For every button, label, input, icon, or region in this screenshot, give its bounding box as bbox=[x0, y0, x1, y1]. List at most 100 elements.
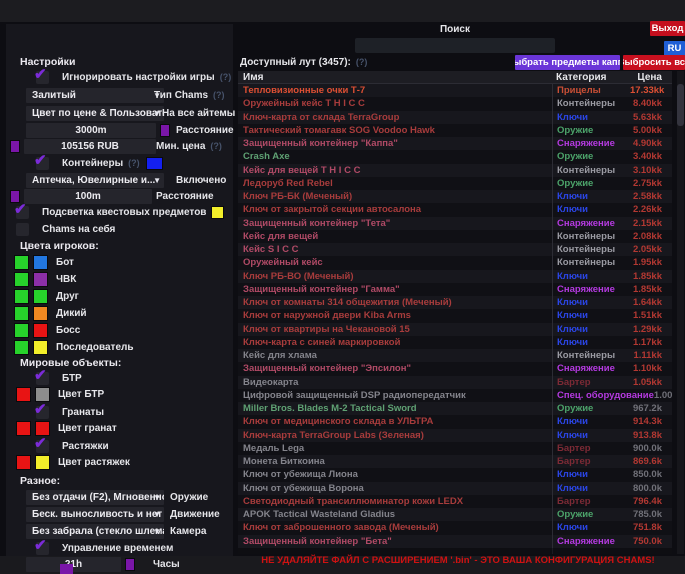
column-header-name[interactable]: Имя bbox=[238, 72, 552, 83]
table-row[interactable]: Ключ от наружной двери Kiba Arms Ключи 1… bbox=[238, 309, 672, 322]
table-row[interactable]: Ключ от закрытой секции автосалона Ключи… bbox=[238, 203, 672, 216]
weapon-dropdown[interactable]: Без отдачи (F2), Мгновенное п▼ bbox=[26, 490, 164, 505]
help-icon[interactable]: (?) bbox=[128, 158, 140, 168]
table-row[interactable]: Защищенный контейнер "Эпсилон" Снаряжени… bbox=[238, 362, 672, 375]
table-row[interactable]: Защищенный контейнер "Бета" Снаряжение 7… bbox=[238, 535, 672, 548]
table-row[interactable]: Видеокарта Бартер 1.05kk bbox=[238, 376, 672, 389]
table-row[interactable]: Светодиодный трансиллюминатор кожи LEDX … bbox=[238, 495, 672, 508]
player-color-swatch-1[interactable] bbox=[14, 289, 29, 304]
containers-color-swatch[interactable] bbox=[146, 157, 163, 170]
player-color-swatch-1[interactable] bbox=[14, 323, 29, 338]
select-kappa-items-button[interactable]: Выбрать предметы каппа bbox=[515, 55, 620, 70]
table-row[interactable]: Медаль Lega Бартер 900.0k bbox=[238, 442, 672, 455]
player-color-swatch-2[interactable] bbox=[33, 272, 48, 287]
table-row[interactable]: Кейс S I C C Контейнеры 2.05kk bbox=[238, 243, 672, 256]
player-color-swatch-2[interactable] bbox=[33, 323, 48, 338]
language-button[interactable]: RU bbox=[664, 41, 685, 56]
table-row[interactable]: Ключ от убежища Лиона Ключи 850.0k bbox=[238, 468, 672, 481]
containers-row[interactable]: Контейнеры (?) bbox=[36, 155, 163, 171]
tripwires-checkbox[interactable] bbox=[36, 440, 49, 453]
table-row[interactable]: Кейс для хлама Контейнеры 1.11kk bbox=[238, 349, 672, 362]
table-row[interactable]: Ключ-карта TerraGroup Labs (Зеленая) Клю… bbox=[238, 429, 672, 442]
help-icon[interactable]: (?) bbox=[210, 141, 222, 151]
player-color-swatch-1[interactable] bbox=[14, 340, 29, 355]
container-filter-dropdown[interactable]: Аптечка, Ювелирные и...▼ bbox=[26, 173, 164, 188]
table-row[interactable]: Crash Axe Оружие 3.40kk bbox=[238, 150, 672, 163]
tripwire-color-swatch-2[interactable] bbox=[35, 455, 50, 470]
table-row[interactable]: APOK Tactical Wasteland Gladius Оружие 7… bbox=[238, 508, 672, 521]
ignore-game-settings-row[interactable]: Игнорировать настройки игры (?) bbox=[36, 69, 231, 85]
table-row[interactable]: Кейс для вещей Контейнеры 2.08kk bbox=[238, 230, 672, 243]
time-control-row[interactable]: Управление временем bbox=[36, 540, 173, 556]
table-row[interactable]: Ключ от квартиры на Чекановой 15 Ключи 1… bbox=[238, 323, 672, 336]
help-icon[interactable]: (?) bbox=[213, 90, 225, 100]
table-row[interactable]: Защищенный контейнер "Тета" Снаряжение 2… bbox=[238, 217, 672, 230]
column-header-category[interactable]: Категория bbox=[552, 72, 630, 83]
scrollbar-thumb[interactable] bbox=[677, 84, 684, 126]
search-input[interactable] bbox=[355, 38, 555, 53]
table-row[interactable]: Ледоруб Red Rebel Оружие 2.75kk bbox=[238, 177, 672, 190]
chams-type-dropdown[interactable]: Залитый▼ bbox=[26, 88, 164, 103]
table-row[interactable]: Ключ от медицинского склада в УЛЬТРА Клю… bbox=[238, 415, 672, 428]
table-row[interactable]: Монета Биткоина Бартер 869.6k bbox=[238, 455, 672, 468]
player-color-swatch-1[interactable] bbox=[14, 272, 29, 287]
player-color-swatch-2[interactable] bbox=[33, 255, 48, 270]
exit-button[interactable]: Выход bbox=[650, 21, 685, 36]
camera-dropdown[interactable]: Без забрала (стекло шлема)▼ bbox=[26, 524, 164, 539]
player-color-swatch-2[interactable] bbox=[33, 306, 48, 321]
player-color-swatch-1[interactable] bbox=[14, 255, 29, 270]
help-icon[interactable]: (?) bbox=[356, 57, 368, 67]
tripwire-color-swatch-1[interactable] bbox=[16, 455, 31, 470]
ignore-game-settings-checkbox[interactable] bbox=[36, 71, 49, 84]
table-row[interactable]: Оружейный кейс T H I C C Контейнеры 8.40… bbox=[238, 97, 672, 110]
btr-color-swatch-1[interactable] bbox=[16, 387, 31, 402]
table-row[interactable]: Защищенный контейнер "Каппа" Снаряжение … bbox=[238, 137, 672, 150]
table-row[interactable]: Тактический томагавк SOG Voodoo Hawk Ору… bbox=[238, 124, 672, 137]
table-row[interactable]: Оружейный кейс Контейнеры 1.95kk bbox=[238, 256, 672, 269]
table-row[interactable]: Ключ от убежища Ворона Ключи 800.0k bbox=[238, 482, 672, 495]
table-row[interactable]: Тепловизионные очки Т-7 Прицелы 17.33kk bbox=[238, 84, 672, 97]
hours-color-swatch[interactable] bbox=[125, 558, 135, 571]
grenades-checkbox[interactable] bbox=[36, 406, 49, 419]
chams-self-row[interactable]: Chams на себя bbox=[16, 221, 115, 237]
table-row[interactable]: Ключ РБ-БК (Меченый) Ключи 2.58kk bbox=[238, 190, 672, 203]
time-control-checkbox[interactable] bbox=[36, 542, 49, 555]
grenades-label: Гранаты bbox=[62, 407, 104, 418]
item-price: 1.10kk bbox=[630, 363, 672, 374]
player-color-swatch-1[interactable] bbox=[14, 306, 29, 321]
container-distance-input[interactable]: 100m bbox=[24, 189, 152, 204]
esp-distance-input[interactable]: 3000m bbox=[26, 123, 156, 138]
table-row[interactable]: Цифровой защищенный DSP радиопередатчик … bbox=[238, 389, 672, 402]
grenades-row[interactable]: Гранаты bbox=[36, 404, 104, 420]
table-row[interactable]: Защищенный контейнер "Гамма" Снаряжение … bbox=[238, 283, 672, 296]
containers-checkbox[interactable] bbox=[36, 157, 49, 170]
quest-items-row[interactable]: Подсветка квестовых предметов bbox=[16, 204, 224, 220]
grenade-color-swatch-1[interactable] bbox=[16, 421, 31, 436]
table-row[interactable]: Ключ от заброшенного завода (Меченый) Кл… bbox=[238, 521, 672, 534]
esp-distance-color-swatch[interactable] bbox=[160, 124, 170, 137]
table-row[interactable]: Ключ-карта от склада TerraGroup Ключи 5.… bbox=[238, 111, 672, 124]
table-row[interactable]: Ключ от комнаты 314 общежития (Меченый) … bbox=[238, 296, 672, 309]
window-titlebar[interactable] bbox=[0, 0, 685, 22]
movement-dropdown[interactable]: Беск. выносливость и нет уста▼ bbox=[26, 507, 164, 522]
quest-items-checkbox[interactable] bbox=[16, 206, 29, 219]
scrollbar[interactable] bbox=[677, 71, 684, 554]
table-row[interactable]: Кейс для вещей T H I C C Контейнеры 3.10… bbox=[238, 164, 672, 177]
color-mode-dropdown[interactable]: Цвет по цене & Пользователь▼ bbox=[26, 106, 164, 121]
table-row[interactable]: Ключ-карта с синей маркировкой Ключи 1.1… bbox=[238, 336, 672, 349]
player-color-swatch-2[interactable] bbox=[33, 340, 48, 355]
quest-items-color-swatch[interactable] bbox=[211, 206, 224, 219]
chams-self-checkbox[interactable] bbox=[16, 223, 29, 236]
hours-input[interactable]: 21h bbox=[26, 557, 121, 572]
btr-checkbox[interactable] bbox=[36, 372, 49, 385]
drop-all-button[interactable]: Выбросить все bbox=[623, 55, 685, 70]
column-header-price[interactable]: Цена bbox=[630, 72, 672, 83]
min-price-color-swatch[interactable] bbox=[10, 140, 20, 153]
tripwires-row[interactable]: Растяжки bbox=[36, 438, 109, 454]
help-icon[interactable]: (?) bbox=[220, 72, 232, 82]
player-color-swatch-2[interactable] bbox=[33, 289, 48, 304]
table-row[interactable]: Ключ РБ-ВО (Меченый) Ключи 1.85kk bbox=[238, 270, 672, 283]
table-row[interactable]: Miller Bros. Blades M-2 Tactical Sword О… bbox=[238, 402, 672, 415]
table-row[interactable] bbox=[238, 548, 672, 554]
btr-row[interactable]: БТР bbox=[36, 370, 82, 386]
